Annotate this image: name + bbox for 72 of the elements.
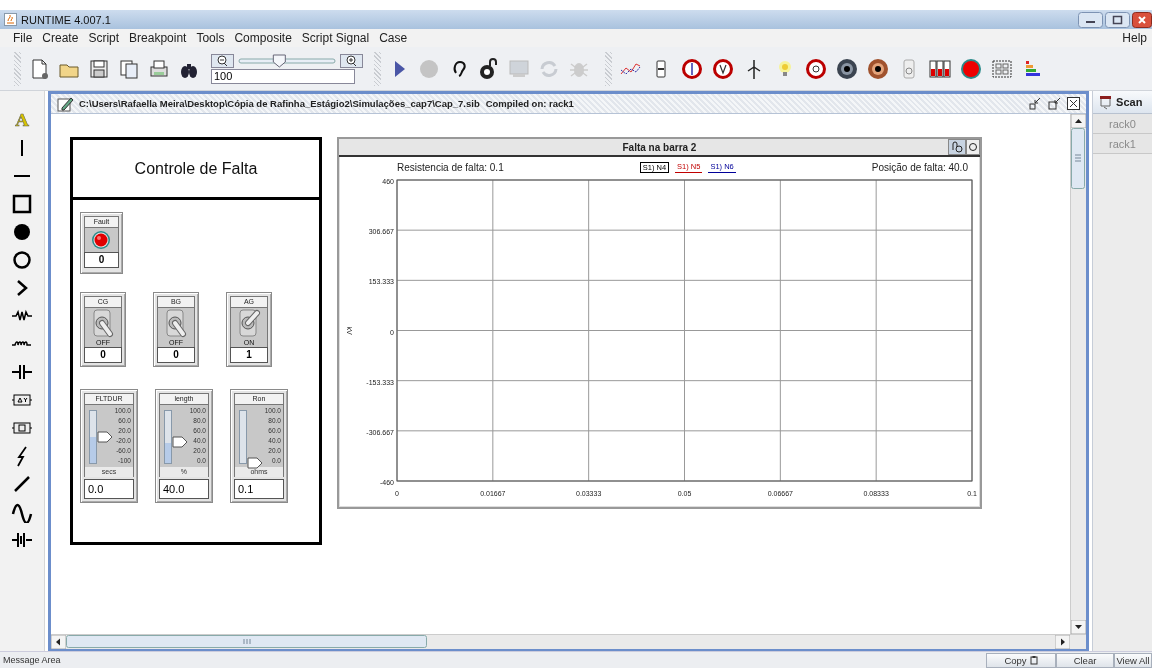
toolbar-grip[interactable] xyxy=(605,51,612,86)
close-button[interactable] xyxy=(1132,11,1152,28)
value-field[interactable]: 40.0 xyxy=(158,479,209,500)
slider-thumb[interactable] xyxy=(96,431,113,444)
knob-icon[interactable] xyxy=(836,57,858,80)
circle-button[interactable] xyxy=(965,139,980,156)
scan-icon xyxy=(1098,94,1114,111)
bar-meter-icon[interactable] xyxy=(929,57,951,80)
zoom-field[interactable]: 100 xyxy=(211,68,355,84)
value-display: 0 xyxy=(83,347,122,364)
meter-icon[interactable] xyxy=(712,57,734,80)
window-title: RUNTIME 4.007.1 xyxy=(21,13,111,26)
menu-item[interactable]: Composite xyxy=(229,31,297,46)
scroll-right-button[interactable] xyxy=(1055,635,1071,650)
clipboard-icon xyxy=(1029,655,1038,666)
status-button[interactable]: Clear xyxy=(1056,652,1114,668)
knob-icon[interactable] xyxy=(867,57,889,80)
circle-icon[interactable] xyxy=(11,249,33,272)
square-icon[interactable] xyxy=(11,193,33,216)
menu-item[interactable]: Create xyxy=(37,31,84,46)
value-display: 0 xyxy=(156,347,195,364)
value-display: 0 xyxy=(83,252,119,269)
zoom-out-button[interactable] xyxy=(211,53,234,68)
toolbar-grip[interactable] xyxy=(374,51,381,86)
menu-item[interactable]: File xyxy=(8,31,38,46)
slider-thumb[interactable] xyxy=(171,436,188,449)
close-icon[interactable] xyxy=(1067,97,1081,111)
compiled-label: Compiled on: rack1 xyxy=(485,98,574,110)
scrollbar-thumb[interactable] xyxy=(1071,128,1087,191)
restore-icon[interactable] xyxy=(1048,97,1062,111)
lock-icon[interactable] xyxy=(478,57,500,80)
plot-note: Resistencia de falta: 0.1 xyxy=(396,161,504,173)
file-path: C:\Users\Rafaella Meira\Desktop\Cópia de Rafinha_Estágio2\Simulações_cap7\Cap_7.sib xyxy=(78,98,480,110)
menu-item[interactable]: Script xyxy=(83,31,125,46)
minimize-icon[interactable] xyxy=(1029,97,1043,111)
plot-note: Posição de falta: 40.0 xyxy=(871,161,968,173)
meter-icon[interactable] xyxy=(681,57,703,80)
minimize-button[interactable] xyxy=(1078,11,1103,28)
grid-icon[interactable] xyxy=(991,57,1013,80)
menu-item[interactable]: Help xyxy=(1117,31,1152,46)
panel-title: Controle de Falta xyxy=(72,140,319,201)
zoom-in-button[interactable] xyxy=(340,53,363,68)
print-icon[interactable] xyxy=(148,57,170,80)
zoom-slider[interactable] xyxy=(237,53,337,68)
push-button-icon[interactable] xyxy=(960,57,982,80)
toolbar-grip[interactable] xyxy=(14,51,21,86)
menu-item[interactable]: Tools xyxy=(191,31,230,46)
save-icon[interactable] xyxy=(88,57,110,80)
copy-icon[interactable] xyxy=(118,57,140,80)
plot-title: Falta na barra 2 xyxy=(621,141,698,153)
maximize-button[interactable] xyxy=(1105,11,1130,28)
status-button[interactable]: Copy xyxy=(986,652,1056,668)
value-display: 1 xyxy=(229,347,268,364)
menu-item[interactable]: Case xyxy=(374,31,413,46)
scroll-up-button[interactable] xyxy=(1071,114,1087,129)
edit-document-icon xyxy=(56,95,73,112)
scroll-down-button[interactable] xyxy=(1071,620,1087,635)
menu-item[interactable]: Script Signal xyxy=(296,31,375,46)
scroll-left-button[interactable] xyxy=(50,635,66,650)
dial-icon[interactable] xyxy=(805,57,827,80)
message-area-label: Message Area xyxy=(2,655,62,666)
push-button[interactable] xyxy=(91,230,112,251)
slider-thumb[interactable] xyxy=(246,457,263,470)
sine-wave-icon[interactable] xyxy=(11,501,33,524)
value-field[interactable]: 0.1 xyxy=(233,479,284,500)
app-icon xyxy=(4,13,17,27)
value-field[interactable]: 0.0 xyxy=(83,479,134,500)
menu-item[interactable]: Breakpoint xyxy=(124,31,192,46)
scrollbar-thumb[interactable] xyxy=(65,635,428,650)
panel-title: Scan xyxy=(1116,96,1143,109)
lock-button[interactable] xyxy=(947,139,966,156)
status-button[interactable]: View All xyxy=(1114,652,1152,668)
